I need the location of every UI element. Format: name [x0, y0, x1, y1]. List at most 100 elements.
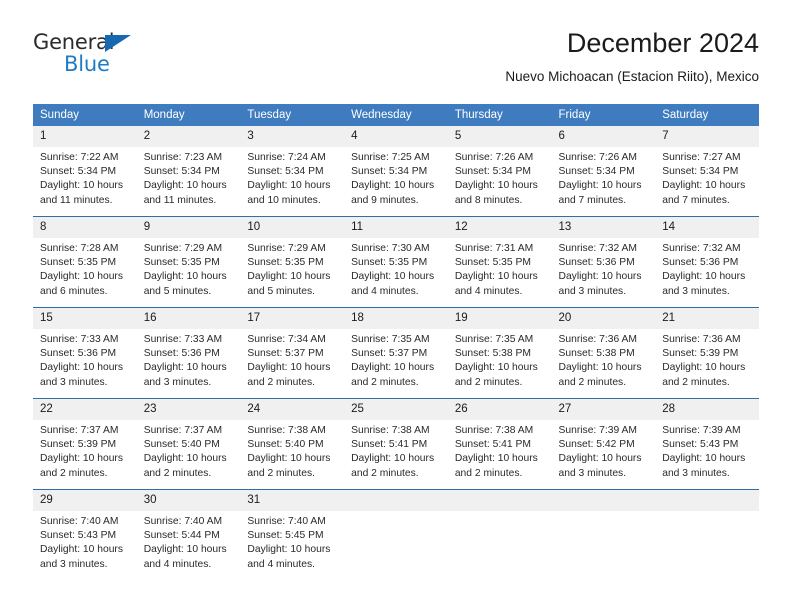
calendar-day-cell[interactable]: 29 Sunrise: 7:40 AM Sunset: 5:43 PM Dayligh… — [33, 490, 137, 580]
sunrise-text: Sunrise: 7:28 AM — [40, 243, 119, 254]
sunrise-text: Sunrise: 7:36 AM — [662, 334, 741, 345]
calendar-day-cell[interactable]: 9 Sunrise: 7:29 AM Sunset: 5:35 PM Daylight… — [136, 217, 241, 307]
day-number: 13 — [551, 217, 656, 238]
day-details: Sunrise: 7:40 AM Sunset: 5:44 PM Daylight:… — [137, 511, 241, 572]
calendar-day-cell[interactable]: 20 Sunrise: 7:36 AM Sunset: 5:38 PM Dayligh… — [551, 308, 656, 398]
day-number: 2 — [136, 126, 241, 147]
daylight-text-line1: Daylight: 10 hours — [454, 180, 538, 192]
calendar-day-cell[interactable]: 23 Sunrise: 7:37 AM Sunset: 5:40 PM Dayligh… — [136, 399, 241, 489]
day-number: 8 — [33, 217, 137, 238]
day-number: 19 — [447, 308, 552, 329]
calendar-day-cell[interactable]: 26 Sunrise: 7:38 AM Sunset: 5:41 PM Dayligh… — [447, 399, 552, 489]
day-details: Sunrise: 7:26 AM Sunset: 5:34 PM Daylight:… — [448, 147, 552, 208]
calendar-day-cell[interactable]: 18 Sunrise: 7:35 AM Sunset: 5:37 PM Dayligh… — [344, 308, 448, 398]
day-details: Sunrise: 7:37 AM Sunset: 5:39 PM Daylight:… — [33, 420, 137, 481]
calendar-day-cell[interactable]: 30 Sunrise: 7:40 AM Sunset: 5:44 PM Dayligh… — [136, 490, 241, 580]
weekday-header-tuesday: Tuesday — [240, 104, 345, 126]
calendar-day-cell[interactable]: 5 Sunrise: 7:26 AM Sunset: 5:34 PM Daylight… — [447, 126, 552, 216]
calendar-day-cell[interactable]: 3 Sunrise: 7:24 AM Sunset: 5:34 PM Daylight… — [240, 126, 345, 216]
daylight-text-line2: and 3 minutes. — [143, 376, 212, 388]
calendar-day-cell[interactable]: 22 Sunrise: 7:37 AM Sunset: 5:39 PM Dayligh… — [33, 399, 137, 489]
sunset-text: Sunset: 5:39 PM — [662, 348, 739, 360]
sunset-text: Sunset: 5:36 PM — [662, 257, 739, 269]
calendar-week-row: 29 Sunrise: 7:40 AM Sunset: 5:43 PM Dayligh… — [33, 489, 759, 580]
day-number: 18 — [344, 308, 448, 329]
calendar-day-cell[interactable]: 27 Sunrise: 7:39 AM Sunset: 5:42 PM Dayligh… — [551, 399, 656, 489]
sunset-text: Sunset: 5:41 PM — [454, 439, 531, 451]
sunrise-text: Sunrise: 7:30 AM — [351, 243, 430, 254]
day-details — [344, 511, 448, 515]
sunrise-text: Sunrise: 7:29 AM — [247, 243, 326, 254]
calendar-header-row: Sunday Monday Tuesday Wednesday Thursday Frid… — [33, 104, 759, 126]
daylight-text-line1: Daylight: 10 hours — [247, 544, 331, 556]
daylight-text-line2: and 7 minutes. — [558, 194, 627, 206]
sunrise-text: Sunrise: 7:38 AM — [454, 425, 534, 436]
day-details: Sunrise: 7:38 AM Sunset: 5:41 PM Daylight:… — [448, 420, 552, 481]
calendar-day-cell[interactable]: 4 Sunrise: 7:25 AM Sunset: 5:34 PM Daylight… — [344, 126, 448, 216]
day-number: 12 — [447, 217, 552, 238]
day-number: 7 — [655, 126, 759, 147]
calendar-day-cell[interactable]: 14 Sunrise: 7:32 AM Sunset: 5:36 PM Dayligh… — [655, 217, 759, 307]
daylight-text-line2: and 7 minutes. — [662, 194, 730, 206]
day-number — [551, 490, 656, 511]
calendar-day-cell[interactable]: 7 Sunrise: 7:27 AM Sunset: 5:34 PM Daylight… — [655, 126, 759, 216]
weekday-header-sunday: Sunday — [33, 104, 137, 126]
calendar-day-cell[interactable]: 24 Sunrise: 7:38 AM Sunset: 5:40 PM Dayligh… — [240, 399, 345, 489]
sunset-text: Sunset: 5:38 PM — [454, 348, 531, 360]
weekday-header-friday: Friday — [551, 104, 656, 126]
sunrise-text: Sunrise: 7:40 AM — [40, 516, 119, 527]
daylight-text-line1: Daylight: 10 hours — [247, 453, 331, 465]
day-number: 22 — [33, 399, 137, 420]
calendar-day-cell[interactable]: 2 Sunrise: 7:23 AM Sunset: 5:34 PM Daylight… — [136, 126, 241, 216]
daylight-text-line2: and 2 minutes. — [247, 467, 315, 479]
daylight-text-line1: Daylight: 10 hours — [662, 362, 746, 374]
calendar-day-cell[interactable]: 10 Sunrise: 7:29 AM Sunset: 5:35 PM Dayligh… — [240, 217, 345, 307]
general-blue-logo[interactable]: General Blue — [33, 30, 163, 82]
day-details: Sunrise: 7:39 AM Sunset: 5:43 PM Daylight:… — [655, 420, 759, 481]
calendar-day-cell[interactable]: 16 Sunrise: 7:33 AM Sunset: 5:36 PM Dayligh… — [136, 308, 241, 398]
sunset-text: Sunset: 5:42 PM — [558, 439, 635, 451]
day-details: Sunrise: 7:31 AM Sunset: 5:35 PM Daylight:… — [448, 238, 552, 299]
calendar-day-cell[interactable]: 12 Sunrise: 7:31 AM Sunset: 5:35 PM Dayligh… — [447, 217, 552, 307]
sunrise-text: Sunrise: 7:31 AM — [454, 243, 534, 254]
weekday-header-saturday: Saturday — [655, 104, 759, 126]
calendar-day-cell[interactable]: 11 Sunrise: 7:30 AM Sunset: 5:35 PM Dayligh… — [344, 217, 448, 307]
calendar-day-cell[interactable]: 28 Sunrise: 7:39 AM Sunset: 5:43 PM Dayligh… — [655, 399, 759, 489]
daylight-text-line1: Daylight: 10 hours — [351, 362, 435, 374]
sunrise-text: Sunrise: 7:40 AM — [247, 516, 326, 527]
daylight-text-line1: Daylight: 10 hours — [143, 544, 227, 556]
day-details — [655, 511, 759, 515]
calendar-day-cell[interactable]: 8 Sunrise: 7:28 AM Sunset: 5:35 PM Daylight… — [33, 217, 137, 307]
calendar-day-cell[interactable]: 19 Sunrise: 7:35 AM Sunset: 5:38 PM Dayligh… — [447, 308, 552, 398]
calendar-day-cell[interactable]: 17 Sunrise: 7:34 AM Sunset: 5:37 PM Dayligh… — [240, 308, 345, 398]
day-number: 16 — [136, 308, 241, 329]
day-details: Sunrise: 7:27 AM Sunset: 5:34 PM Daylight:… — [655, 147, 759, 208]
logo-text-blue: Blue — [64, 52, 110, 76]
sunset-text: Sunset: 5:35 PM — [40, 257, 117, 269]
sunrise-text: Sunrise: 7:40 AM — [143, 516, 223, 527]
calendar-week-row: 15 Sunrise: 7:33 AM Sunset: 5:36 PM Dayligh… — [33, 307, 759, 399]
calendar-day-cell[interactable]: 25 Sunrise: 7:38 AM Sunset: 5:41 PM Dayligh… — [344, 399, 448, 489]
calendar-day-cell[interactable]: 15 Sunrise: 7:33 AM Sunset: 5:36 PM Dayligh… — [33, 308, 137, 398]
page-title: December 2024 — [566, 28, 759, 58]
daylight-text-line1: Daylight: 10 hours — [247, 180, 331, 192]
daylight-text-line1: Daylight: 10 hours — [40, 544, 123, 556]
calendar-day-cell[interactable]: 31 Sunrise: 7:40 AM Sunset: 5:45 PM Dayligh… — [240, 490, 345, 580]
daylight-text-line2: and 4 minutes. — [454, 285, 523, 297]
daylight-text-line1: Daylight: 10 hours — [247, 362, 331, 374]
daylight-text-line1: Daylight: 10 hours — [351, 271, 435, 283]
daylight-text-line2: and 2 minutes. — [143, 467, 212, 479]
daylight-text-line1: Daylight: 10 hours — [247, 271, 331, 283]
day-details: Sunrise: 7:36 AM Sunset: 5:38 PM Daylight:… — [552, 329, 656, 390]
calendar-day-cell[interactable]: 21 Sunrise: 7:36 AM Sunset: 5:39 PM Dayligh… — [655, 308, 759, 398]
calendar-day-cell[interactable]: 1 Sunrise: 7:22 AM Sunset: 5:34 PM Daylight… — [33, 126, 137, 216]
sunset-text: Sunset: 5:45 PM — [247, 530, 324, 542]
daylight-text-line1: Daylight: 10 hours — [40, 453, 123, 465]
page-subtitle: Nuevo Michoacan (Estacion Riito), Mexico — [505, 69, 759, 84]
daylight-text-line2: and 2 minutes. — [454, 467, 523, 479]
calendar-day-cell[interactable]: 13 Sunrise: 7:32 AM Sunset: 5:36 PM Dayligh… — [551, 217, 656, 307]
day-details: Sunrise: 7:26 AM Sunset: 5:34 PM Daylight:… — [552, 147, 656, 208]
page-header: General Blue December 2024 Nuevo Michoac… — [33, 26, 759, 96]
daylight-text-line1: Daylight: 10 hours — [40, 362, 123, 374]
calendar-day-cell[interactable]: 6 Sunrise: 7:26 AM Sunset: 5:34 PM Daylight… — [551, 126, 656, 216]
